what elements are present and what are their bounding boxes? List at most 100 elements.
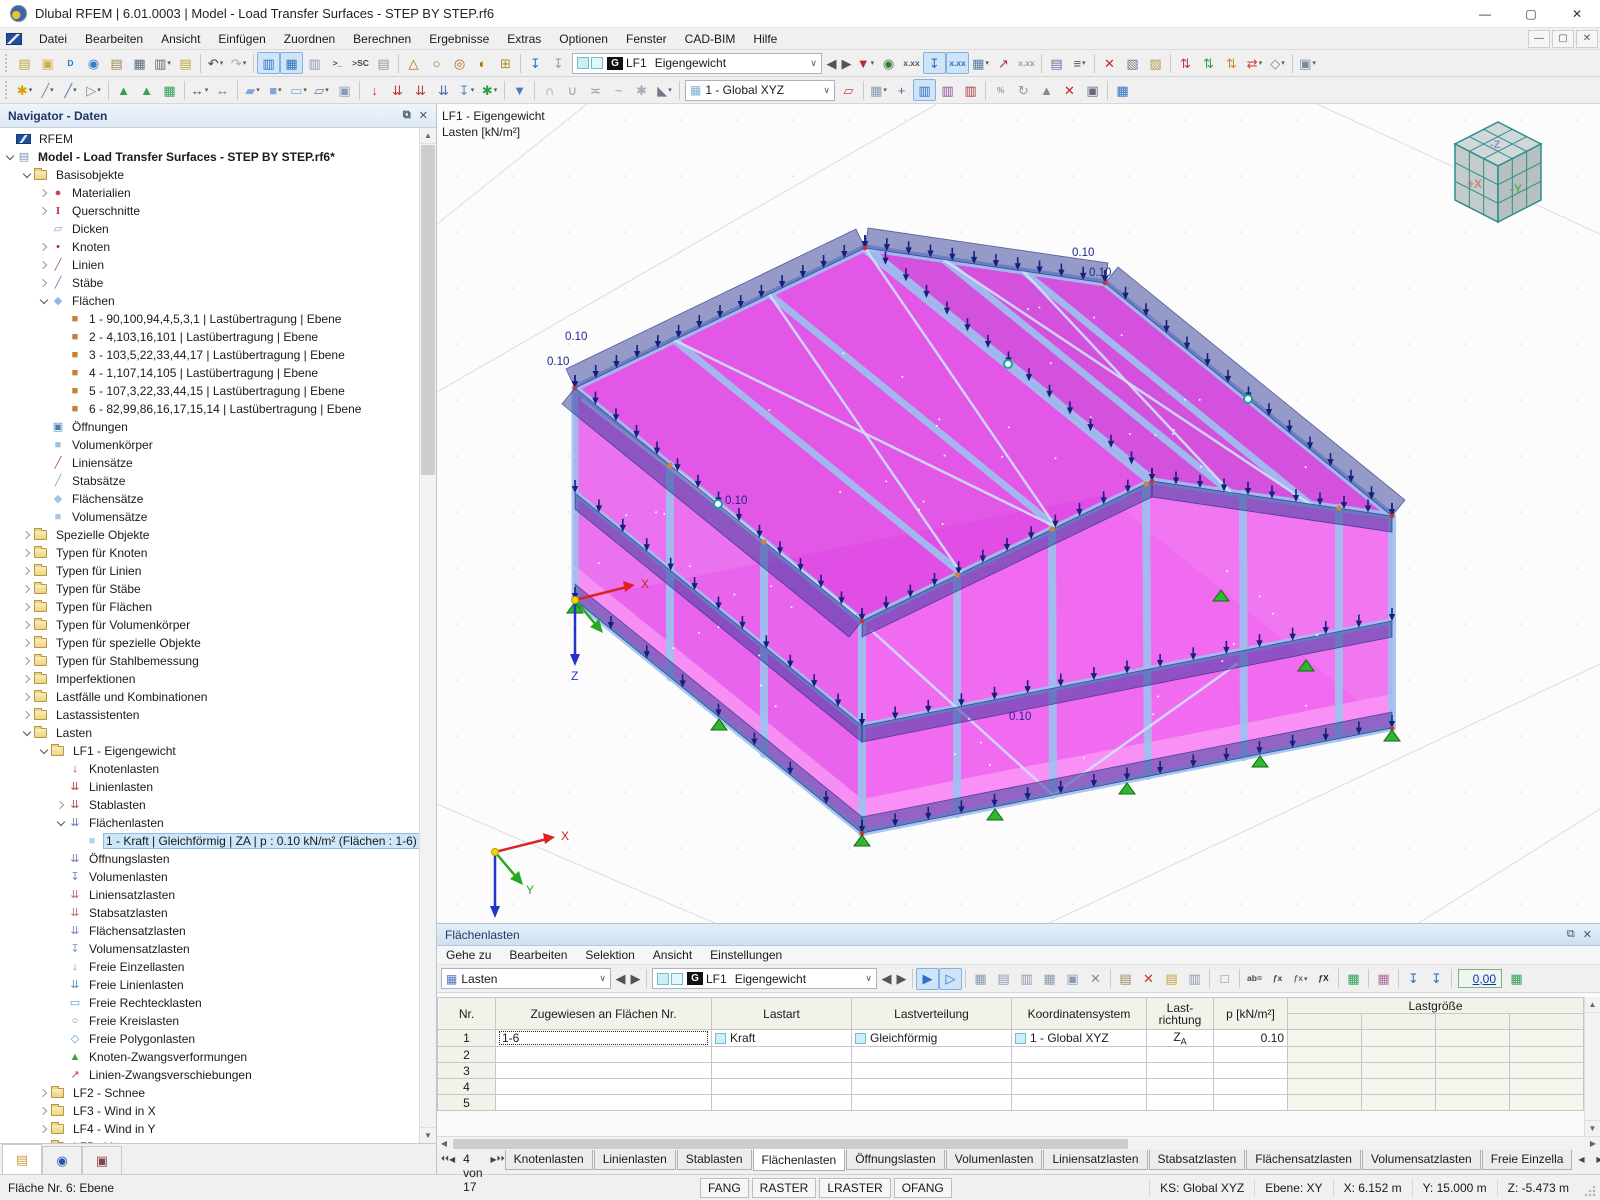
tab-volumenlasten[interactable]: Volumenlasten	[945, 1150, 1043, 1170]
tree-item[interactable]: ↓ Knotenlasten	[0, 760, 419, 778]
param-table-icon[interactable]: ▦	[1372, 968, 1395, 990]
tree-item[interactable]: Typen für Stäbe	[0, 580, 419, 598]
tree-expander-icon[interactable]	[38, 277, 50, 289]
cell-lastgroesse[interactable]	[1509, 1046, 1584, 1064]
table-close-icon[interactable]: ✕	[1583, 928, 1592, 941]
filter-funnel-icon[interactable]: ▼	[508, 79, 531, 101]
new-nodal-load-icon[interactable]: ↓	[363, 79, 386, 101]
combo-caret-icon[interactable]: ∨	[861, 973, 872, 984]
column-header-p[interactable]: p [kN/m²]	[1213, 997, 1288, 1030]
tree-expander-icon[interactable]	[38, 205, 50, 217]
tree-item[interactable]: Typen für Volumenkörper	[0, 616, 419, 634]
grid-icon[interactable]: ▦ ▾	[867, 79, 890, 101]
tab-liniensatzlasten[interactable]: Liniensatzlasten	[1043, 1150, 1148, 1170]
table-color-icon[interactable]: ▦	[1038, 968, 1061, 990]
tree-item[interactable]: ⇊ Liniensatzlasten	[0, 886, 419, 904]
cell-lastgroesse[interactable]	[1287, 1078, 1362, 1096]
new-model-icon[interactable]: ▤	[13, 52, 36, 74]
tree-expander-icon[interactable]	[21, 565, 33, 577]
child-minimize-button[interactable]: —	[1528, 29, 1550, 48]
new-surface-icon[interactable]: ▰ ▾	[241, 79, 264, 101]
hscroll-left-icon[interactable]: ◀	[437, 1139, 451, 1148]
cell-p[interactable]	[1213, 1078, 1288, 1096]
coordinate-system-selector[interactable]: ▦ 1 - Global XYZ ∨	[685, 79, 835, 101]
protocol-panel-icon[interactable]: ▤	[372, 52, 395, 74]
tree-item[interactable]: ● Materialien	[0, 184, 419, 202]
new-block-icon[interactable]: ▣	[333, 79, 356, 101]
tree-item[interactable]: ⇊ Linienlasten	[0, 778, 419, 796]
row-number-cell[interactable]: 3	[437, 1062, 496, 1080]
table-edit-icon[interactable]: ▦	[969, 968, 992, 990]
print-preview-icon[interactable]: ▤	[105, 52, 128, 74]
xxx-diagram-icon[interactable]: x.xx	[1015, 52, 1038, 74]
toolbar-handle[interactable]	[5, 81, 10, 99]
cell-richtung[interactable]	[1146, 1062, 1214, 1080]
tree-expander-icon[interactable]	[55, 817, 67, 829]
cell-lastgroesse[interactable]	[1287, 1028, 1362, 1048]
percent-snap-icon[interactable]: %	[989, 79, 1012, 101]
tree-item[interactable]: Spezielle Objekte	[0, 526, 419, 544]
web-service-icon[interactable]: ◉	[82, 52, 105, 74]
tree-item[interactable]: ■ 1 - 90,100,94,4,5,3,1 | Lastübertragung…	[0, 310, 419, 328]
tree-expander-icon[interactable]	[21, 529, 33, 541]
new-line-load-icon[interactable]: ⇊	[386, 79, 409, 101]
cell-p[interactable]: 0.10	[1213, 1028, 1288, 1048]
table-menu-ansicht[interactable]: Ansicht	[644, 946, 701, 965]
tree-item[interactable]: • Knoten	[0, 238, 419, 256]
table-row[interactable]: 3	[437, 1062, 1584, 1080]
tree-item[interactable]: LF1 - Eigengewicht	[0, 742, 419, 760]
tree-expander-icon[interactable]	[38, 1141, 50, 1143]
column-header-verteilung[interactable]: Lastverteilung	[851, 997, 1012, 1030]
cell-lastgroesse[interactable]	[1435, 1046, 1510, 1064]
scroll-up-icon[interactable]: ▲	[420, 128, 436, 144]
table-menu-bearbeiten[interactable]: Bearbeiten	[500, 946, 576, 965]
sync-selection-icon[interactable]: ▷	[939, 967, 962, 990]
tree-expander-icon[interactable]	[21, 673, 33, 685]
import-row-icon[interactable]: ▤	[1114, 968, 1137, 990]
view-reverse-x-icon[interactable]: ⇄ ▾	[1243, 52, 1266, 74]
tab-knotenlasten[interactable]: Knotenlasten	[504, 1150, 593, 1170]
delete-row-icon[interactable]: ✕	[1137, 968, 1160, 990]
cell-surfaces[interactable]	[495, 1062, 712, 1080]
select-in-graphic-icon[interactable]: ▶	[916, 967, 939, 990]
tree-item[interactable]: ╱ Linien	[0, 256, 419, 274]
dimension-xx-icon[interactable]: ↔	[211, 79, 234, 101]
new-support-icon[interactable]: ▲	[112, 79, 135, 101]
prev-lc-icon[interactable]: ◀	[879, 968, 894, 990]
cell-richtung[interactable]	[1146, 1078, 1214, 1096]
tree-item[interactable]: ⇊ Flächenlasten	[0, 814, 419, 832]
tree-item[interactable]: LF2 - Schnee	[0, 1084, 419, 1102]
tree-expander-icon[interactable]	[38, 1123, 50, 1135]
combo-caret-icon[interactable]: ∨	[595, 973, 606, 984]
new-line-icon[interactable]: ╱ ▾	[36, 79, 59, 101]
cell-ks[interactable]: 1 - Global XYZ	[1011, 1028, 1147, 1048]
cell-ks[interactable]	[1011, 1078, 1147, 1096]
cell-verteilung[interactable]	[851, 1062, 1012, 1080]
plane-xy-icon[interactable]: ▥	[913, 79, 936, 101]
menu-einfgen[interactable]: Einfügen	[209, 28, 274, 50]
sc-panel-icon[interactable]: >SC	[349, 52, 372, 74]
navigator-data-tab[interactable]: ▤	[2, 1144, 42, 1174]
cell-lastgroesse[interactable]	[1509, 1078, 1584, 1096]
tree-item[interactable]: I Querschnitte	[0, 202, 419, 220]
load-values-icon[interactable]: x.xx	[900, 52, 923, 74]
filter-loads-icon[interactable]: ▼ ▾	[854, 52, 877, 74]
tree-item[interactable]: Lastassistenten	[0, 706, 419, 724]
tree-item[interactable]: ▭ Freie Rechtecklasten	[0, 994, 419, 1012]
table-views-icon[interactable]: ▣	[1061, 968, 1084, 990]
arc-tool-4-icon[interactable]: ~	[607, 79, 630, 101]
next-load-case-icon[interactable]: ▶	[839, 52, 854, 74]
mirror-tool-icon[interactable]: ▲	[1035, 79, 1058, 101]
tree-item[interactable]: ■ 4 - 1,107,14,105 | Lastübertragung | Eb…	[0, 364, 419, 382]
new-mesh-refinement-icon[interactable]: ▦	[158, 79, 181, 101]
cell-verteilung[interactable]: Gleichförmig	[851, 1028, 1012, 1048]
print-icon[interactable]: ▥ ▾	[151, 52, 174, 74]
undo-icon[interactable]: ↶ ▾	[204, 52, 227, 74]
tree-item[interactable]: ◇ Freie Polygonlasten	[0, 1030, 419, 1048]
tree-item[interactable]: Lastfälle und Kombinationen	[0, 688, 419, 706]
cell-lastgroesse[interactable]	[1435, 1062, 1510, 1080]
save-icon[interactable]: ▦	[128, 52, 151, 74]
cell-lastgroesse[interactable]	[1509, 1062, 1584, 1080]
new-polyline-icon[interactable]: ▷ ▾	[82, 79, 105, 101]
calculator-icon[interactable]: ≡ ▾	[1068, 52, 1091, 74]
